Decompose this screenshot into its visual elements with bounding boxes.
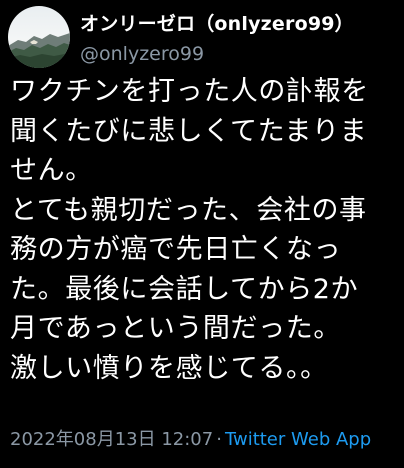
tweet-text-line: 激しい憤りを感じてる。。 (10, 352, 328, 384)
tweet-text-line: せん。 (10, 155, 93, 186)
display-name[interactable]: オンリーゼロ（onlyzero99） (80, 12, 354, 36)
tweet-text-line: た。最後に会話してから2か (10, 273, 359, 305)
tweet-source-link[interactable]: Twitter Web App (225, 429, 371, 450)
tweet-text-line: 月であっという間だった。 (10, 313, 341, 344)
tweet-text-line: 務の方が癌で先日亡くなっ (10, 234, 342, 265)
tweet-text-line: 聞くたびに悲しくてたまりま (10, 115, 368, 147)
tweet-card: オンリーゼロ（onlyzero99） @onlyzero99 ワクチンを打った人… (0, 0, 404, 468)
tweet-meta: 2022年08月13日 12:07 · Twitter Web App (10, 428, 371, 452)
tweet-text: ワクチンを打った人の訃報を 聞くたびに悲しくてたまりま せん。 とても親切だった… (10, 72, 400, 388)
mountain-landscape-icon (8, 6, 70, 68)
tweet-text-line: とても親切だった、会社の事 (10, 194, 367, 226)
meta-separator: · (216, 429, 222, 450)
tweet-text-line: ワクチンを打った人の訃報を (10, 76, 369, 107)
profile-avatar[interactable] (8, 6, 70, 68)
user-handle[interactable]: @onlyzero99 (80, 42, 204, 66)
tweet-timestamp[interactable]: 2022年08月13日 12:07 (10, 429, 213, 450)
